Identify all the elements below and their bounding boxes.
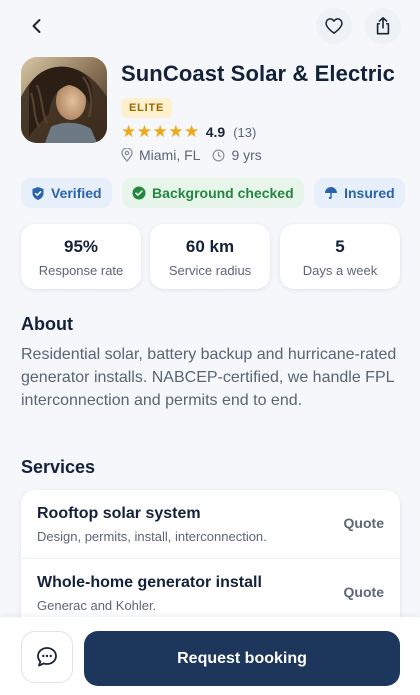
location-pin-icon [121,148,133,162]
stat-label: Days a week [302,263,378,278]
stat-response-rate: 95% Response rate [21,224,141,289]
location-text: Miami, FL [139,147,201,163]
about-heading: About [21,314,73,334]
quote-button[interactable]: Quote [344,584,384,600]
stat-label: Response rate [38,263,124,278]
check-circle-icon [132,186,146,200]
badge-verified: Verified [21,178,112,208]
stat-value: 60 km [185,237,235,256]
rating-value: 4.9 [205,124,226,140]
star-icon: ★ [152,122,168,141]
clock-icon [212,149,225,161]
badge-label: Verified [51,185,102,201]
badge-more [415,178,420,208]
bottom-action-bar: Request booking [0,617,420,695]
stat-value: 95% [63,237,99,256]
stat-service-radius: 60 km Service radius [150,224,270,289]
shield-check-icon [32,186,44,200]
request-booking-button[interactable]: Request booking [84,631,400,686]
badge-insured: Insured [314,178,405,208]
service-description: Generac and Kohler. [37,598,157,613]
services-list: Rooftop solar system Design, permits, in… [21,490,400,630]
heart-icon [325,18,343,34]
service-description: Design, permits, install, interconnectio… [37,529,267,544]
chat-bubble-icon [37,647,57,667]
badge-background-checked: Background checked [122,178,304,208]
badge-list: Verified Background checked Insured [21,178,420,208]
star-icon: ★ [184,122,200,141]
stat-value: 5 [335,237,345,256]
favorite-button[interactable] [316,8,352,44]
review-count: (13) [233,124,257,140]
rating-row[interactable]: ★ ★ ★ ★ ★ 4.9 (13) [121,122,256,142]
experience-text: 9 yrs [231,147,262,163]
badge-label: Background checked [152,185,294,201]
chevron-left-icon [32,19,41,33]
about-text: Residential solar, battery backup and hu… [21,346,397,409]
badge-label: Insured [344,185,395,201]
services-heading: Services [21,457,96,477]
provider-name: SunCoast Solar & Electric [121,61,395,86]
star-icon: ★ [136,122,152,141]
stat-label: Service radius [168,263,252,278]
star-icon: ★ [168,122,184,141]
message-button[interactable] [21,631,73,683]
service-item[interactable]: Rooftop solar system Design, permits, in… [21,490,400,558]
meta-row: Miami, FL 9 yrs [121,146,262,164]
service-name: Rooftop solar system [37,505,201,522]
star-icon: ★ [121,122,137,141]
service-name: Whole-home generator install [37,574,262,591]
share-icon [376,17,390,35]
umbrella-icon [325,187,338,200]
service-item[interactable]: Whole-home generator install Generac and… [21,558,400,626]
quote-button[interactable]: Quote [344,515,384,531]
share-button[interactable] [365,8,401,44]
top-bar [0,0,420,54]
back-button[interactable] [19,8,55,44]
tier-badge: ELITE [121,98,173,118]
stat-days-a-week: 5 Days a week [280,224,400,289]
provider-avatar [21,57,107,143]
